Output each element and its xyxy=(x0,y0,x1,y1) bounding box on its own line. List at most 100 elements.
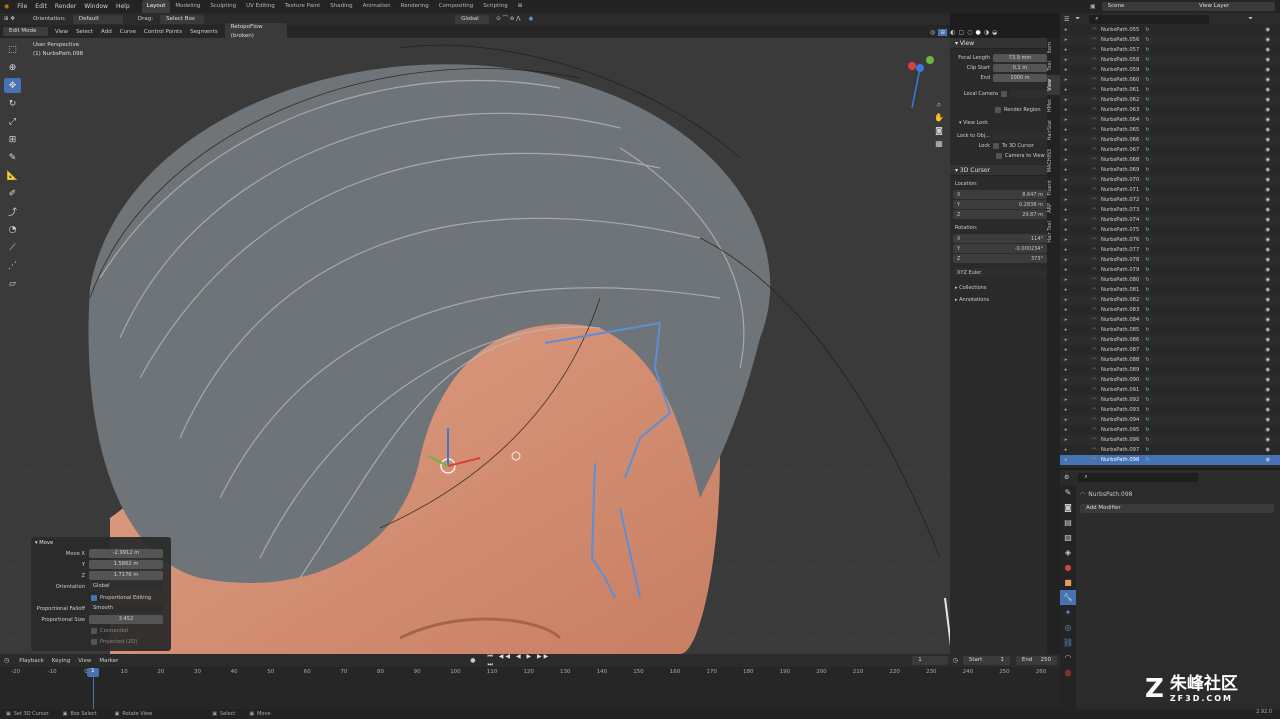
output-tab-icon[interactable]: ▤ xyxy=(1060,515,1076,530)
outliner-row[interactable]: ▸ ◠ NurbsPath.059 ↻ ◉ xyxy=(1060,65,1280,75)
modifier-data-icon[interactable]: ↻ xyxy=(1145,267,1149,273)
modifier-data-icon[interactable]: ↻ xyxy=(1145,217,1149,223)
tab-hair-tool[interactable]: Hair Tool xyxy=(1047,217,1060,247)
visibility-eye-icon[interactable]: ◉ xyxy=(1265,97,1270,103)
end-frame-field[interactable]: End 250 xyxy=(1015,656,1057,665)
cursor-x-field[interactable]: X 8.647 m xyxy=(953,190,1047,199)
scene-tab-icon[interactable]: ◈ xyxy=(1060,545,1076,560)
proportional-icon[interactable]: ◉ xyxy=(525,13,538,25)
current-frame-field[interactable]: 1 xyxy=(912,656,948,665)
modifier-data-icon[interactable]: ↻ xyxy=(1145,77,1149,83)
local-camera-field[interactable] xyxy=(1010,90,1047,98)
view-layer-tab-icon[interactable]: ▧ xyxy=(1060,530,1076,545)
move-z-field[interactable]: 1.7176 m xyxy=(89,571,163,580)
expand-icon[interactable]: ▸ xyxy=(1062,127,1070,133)
measure-icon[interactable]: 📐 xyxy=(4,168,21,183)
visibility-eye-icon[interactable]: ◉ xyxy=(1265,367,1270,373)
world-tab-icon[interactable]: ● xyxy=(1060,560,1076,575)
menu-add[interactable]: Add xyxy=(97,26,116,38)
visibility-eye-icon[interactable]: ◉ xyxy=(1265,417,1270,423)
visibility-eye-icon[interactable]: ◉ xyxy=(1265,147,1270,153)
expand-icon[interactable]: ▸ xyxy=(1062,57,1070,63)
visibility-eye-icon[interactable]: ◉ xyxy=(1265,247,1270,253)
expand-icon[interactable]: ▸ xyxy=(1062,37,1070,43)
modifier-data-icon[interactable]: ↻ xyxy=(1145,387,1149,393)
menu-select[interactable]: Select xyxy=(72,26,97,38)
visibility-eye-icon[interactable]: ◉ xyxy=(1265,127,1270,133)
menu-keying[interactable]: Keying xyxy=(48,655,74,667)
expand-icon[interactable]: ▸ xyxy=(1062,337,1070,343)
visibility-eye-icon[interactable]: ◉ xyxy=(1265,237,1270,243)
visibility-eye-icon[interactable]: ◉ xyxy=(1265,117,1270,123)
outliner-row[interactable]: ▸ ◠ NurbsPath.067 ↻ ◉ xyxy=(1060,145,1280,155)
menu-control-points[interactable]: Control Points xyxy=(140,26,186,38)
modifier-data-icon[interactable]: ↻ xyxy=(1145,317,1149,323)
visibility-eye-icon[interactable]: ◉ xyxy=(1265,437,1270,443)
visibility-eye-icon[interactable]: ◉ xyxy=(1265,287,1270,293)
visibility-eye-icon[interactable]: ◉ xyxy=(1265,57,1270,63)
grid-icon[interactable]: ▦ xyxy=(932,137,946,150)
menu-file[interactable]: File xyxy=(13,0,31,13)
modifier-data-icon[interactable]: ↻ xyxy=(1145,347,1149,353)
outliner-row[interactable]: ▸ ◠ NurbsPath.077 ↻ ◉ xyxy=(1060,245,1280,255)
expand-icon[interactable]: ▸ xyxy=(1062,177,1070,183)
menu-help[interactable]: Help xyxy=(112,0,134,13)
outliner-row[interactable]: ▸ ◠ NurbsPath.063 ↻ ◉ xyxy=(1060,105,1280,115)
tab-hairstat[interactable]: HairStat xyxy=(1047,116,1060,144)
expand-icon[interactable]: ▸ xyxy=(1062,297,1070,303)
outliner-row[interactable]: ▸ ◠ NurbsPath.055 ↻ ◉ xyxy=(1060,25,1280,35)
visibility-eye-icon[interactable]: ◉ xyxy=(1265,457,1270,463)
visibility-eye-icon[interactable]: ◉ xyxy=(1265,27,1270,33)
modifier-data-icon[interactable]: ↻ xyxy=(1145,237,1149,243)
orientation-select[interactable]: Global xyxy=(89,582,163,591)
menu-marker[interactable]: Marker xyxy=(95,655,122,667)
expand-icon[interactable]: ▸ xyxy=(1062,267,1070,273)
add-workspace-icon[interactable]: ⊞ xyxy=(513,0,528,13)
transform-icon[interactable]: ⊞ xyxy=(4,132,21,147)
expand-icon[interactable]: ▸ xyxy=(1062,217,1070,223)
tab-tool[interactable]: Tool xyxy=(1047,57,1060,75)
visibility-eye-icon[interactable]: ◉ xyxy=(1265,427,1270,433)
tab-fluent[interactable]: Fluent xyxy=(1047,176,1060,200)
scene-selector[interactable]: ▣ Scene xyxy=(1090,1,1197,12)
visibility-eye-icon[interactable]: ◉ xyxy=(1265,37,1270,43)
display-mode-icon[interactable]: ☰ xyxy=(1064,16,1069,23)
randomize-icon[interactable]: ⋰ xyxy=(4,258,21,273)
tab-arp[interactable]: ARP xyxy=(1047,199,1060,217)
expand-icon[interactable]: ▸ xyxy=(1062,187,1070,193)
view-layer-name[interactable]: View Layer xyxy=(1193,2,1275,11)
modifier-data-icon[interactable]: ↻ xyxy=(1145,147,1149,153)
outliner-row[interactable]: ▸ ◠ NurbsPath.090 ↻ ◉ xyxy=(1060,375,1280,385)
projected-checkbox[interactable] xyxy=(91,638,97,645)
modifier-data-icon[interactable]: ↻ xyxy=(1145,447,1149,453)
menu-render[interactable]: Render xyxy=(51,0,80,13)
expand-icon[interactable]: ▸ xyxy=(1062,277,1070,283)
visibility-icon[interactable]: ◎ xyxy=(930,29,935,36)
tab-animation[interactable]: Animation xyxy=(358,0,396,13)
expand-icon[interactable]: ▸ xyxy=(1062,107,1070,113)
cursor-section-header[interactable]: ▾ 3D Cursor xyxy=(950,165,1050,176)
visibility-eye-icon[interactable]: ◉ xyxy=(1265,267,1270,273)
shading-render-icon[interactable]: ◒ xyxy=(992,29,997,36)
visibility-eye-icon[interactable]: ◉ xyxy=(1265,447,1270,453)
expand-icon[interactable]: ▸ xyxy=(1062,407,1070,413)
visibility-eye-icon[interactable]: ◉ xyxy=(1265,167,1270,173)
visibility-eye-icon[interactable]: ◉ xyxy=(1265,67,1270,73)
visibility-eye-icon[interactable]: ◉ xyxy=(1265,407,1270,413)
clock-icon[interactable]: ◷ xyxy=(953,657,958,664)
menu-timeline-view[interactable]: View xyxy=(74,655,95,667)
modifier-data-icon[interactable]: ↻ xyxy=(1145,157,1149,163)
tab-scripting[interactable]: Scripting xyxy=(478,0,512,13)
outliner-row[interactable]: ▸ ◠ NurbsPath.084 ↻ ◉ xyxy=(1060,315,1280,325)
modifier-data-icon[interactable]: ↻ xyxy=(1145,457,1149,463)
outliner-row[interactable]: ▸ ◠ NurbsPath.075 ↻ ◉ xyxy=(1060,225,1280,235)
lock-to-object-field[interactable] xyxy=(993,132,1047,140)
modifier-data-icon[interactable]: ↻ xyxy=(1145,47,1149,53)
expand-icon[interactable]: ▸ xyxy=(1062,167,1070,173)
expand-icon[interactable]: ▸ xyxy=(1062,427,1070,433)
outliner-row[interactable]: ▸ ◠ NurbsPath.078 ↻ ◉ xyxy=(1060,255,1280,265)
proportional-editing-checkbox[interactable] xyxy=(91,594,97,601)
menu-playback[interactable]: Playback xyxy=(15,655,48,667)
modifier-data-icon[interactable]: ↻ xyxy=(1145,257,1149,263)
rotation-y-field[interactable]: Y -0.000234° xyxy=(953,244,1047,253)
